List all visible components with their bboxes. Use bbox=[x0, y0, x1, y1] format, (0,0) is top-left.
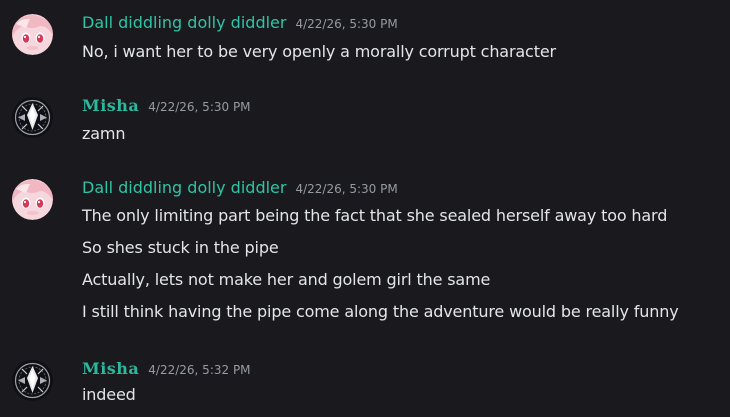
author-name[interactable]: Dall diddling dolly diddler bbox=[82, 178, 286, 197]
message-timestamp[interactable]: 4/22/26, 5:30 PM bbox=[148, 100, 250, 114]
message-text: indeed bbox=[82, 385, 136, 404]
message-header: Misha 4/22/26, 5:30 PM bbox=[82, 96, 251, 115]
message-header: Dall diddling dolly diddler 4/22/26, 5:3… bbox=[82, 13, 398, 32]
message-header: Dall diddling dolly diddler 4/22/26, 5:3… bbox=[82, 178, 398, 197]
pink-anime-girl-avatar-icon bbox=[12, 14, 53, 55]
message-text: zamn bbox=[82, 124, 126, 143]
message-text: No, i want her to be very openly a moral… bbox=[82, 42, 556, 61]
chat-message-list: Dall diddling dolly diddler 4/22/26, 5:3… bbox=[0, 0, 730, 417]
message-header: Misha 4/22/26, 5:32 PM bbox=[82, 359, 251, 378]
message-timestamp[interactable]: 4/22/26, 5:32 PM bbox=[148, 363, 250, 377]
user-avatar[interactable] bbox=[12, 179, 53, 220]
silver-emblem-avatar-icon bbox=[12, 97, 53, 138]
message-text: I still think having the pipe come along… bbox=[82, 302, 679, 321]
author-name[interactable]: Misha bbox=[82, 359, 139, 378]
message-timestamp[interactable]: 4/22/26, 5:30 PM bbox=[295, 17, 397, 31]
author-name[interactable]: Misha bbox=[82, 96, 139, 115]
pink-anime-girl-avatar-icon bbox=[12, 179, 53, 220]
user-avatar[interactable] bbox=[12, 14, 53, 55]
author-name[interactable]: Dall diddling dolly diddler bbox=[82, 13, 286, 32]
message-text: The only limiting part being the fact th… bbox=[82, 206, 668, 225]
message-timestamp[interactable]: 4/22/26, 5:30 PM bbox=[295, 182, 397, 196]
user-avatar[interactable] bbox=[12, 360, 53, 401]
user-avatar[interactable] bbox=[12, 97, 53, 138]
silver-emblem-avatar-icon bbox=[12, 360, 53, 401]
message-text: Actually, lets not make her and golem gi… bbox=[82, 270, 491, 289]
message-text: So shes stuck in the pipe bbox=[82, 238, 279, 257]
